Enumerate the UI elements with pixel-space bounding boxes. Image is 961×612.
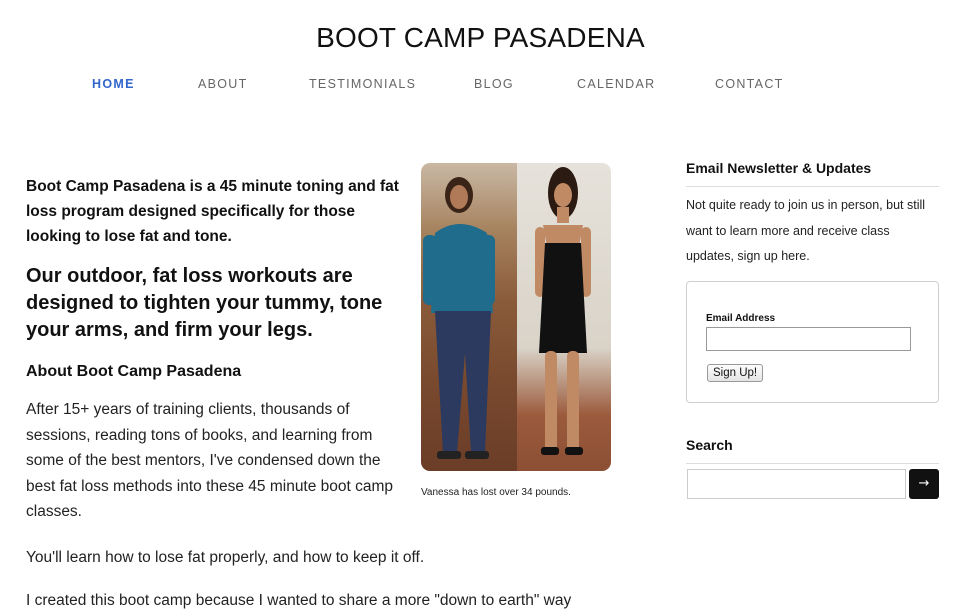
about-heading: About Boot Camp Pasadena <box>26 363 242 380</box>
lose-fat-paragraph: You'll learn how to lose fat properly, a… <box>26 549 425 566</box>
nav-contact[interactable]: CONTACT <box>715 77 784 91</box>
before-figure <box>423 177 495 459</box>
before-photo <box>421 163 517 471</box>
about-paragraph: After 15+ years of training clients, tho… <box>26 401 394 520</box>
nav-testimonials[interactable]: TESTIMONIALS <box>309 77 416 91</box>
arrow-right-icon: → <box>918 476 930 491</box>
nav-blog[interactable]: BLOG <box>474 77 514 91</box>
photo-caption: Vanessa has lost over 34 pounds. <box>421 487 571 498</box>
newsletter-form: Email Address Sign Up! <box>686 281 939 403</box>
headline: Our outdoor, fat loss workouts are desig… <box>26 265 383 341</box>
created-paragraph: I created this boot camp because I wante… <box>26 592 572 609</box>
email-field[interactable] <box>706 327 911 351</box>
search-submit-button[interactable]: → <box>909 469 939 499</box>
search-title: Search <box>686 437 939 464</box>
after-figure <box>535 167 591 455</box>
before-after-photo <box>421 163 611 471</box>
intro-text: Boot Camp Pasadena is a 45 minute toning… <box>26 178 399 245</box>
main-content: Boot Camp Pasadena is a 45 minute toning… <box>26 174 406 525</box>
nav-about[interactable]: ABOUT <box>198 77 248 91</box>
newsletter-text: Not quite ready to join us in person, bu… <box>686 198 926 263</box>
search-input[interactable] <box>687 469 906 499</box>
email-label: Email Address <box>706 313 776 324</box>
signup-button[interactable]: Sign Up! <box>707 364 764 382</box>
site-title[interactable]: BOOT CAMP PASADENA <box>0 22 961 54</box>
nav-calendar[interactable]: CALENDAR <box>577 77 655 91</box>
main-nav: HOME ABOUT TESTIMONIALS BLOG CALENDAR CO… <box>0 77 961 97</box>
nav-home[interactable]: HOME <box>92 77 135 91</box>
sidebar: Email Newsletter & Updates Not quite rea… <box>686 160 939 270</box>
after-photo <box>517 163 611 471</box>
newsletter-title: Email Newsletter & Updates <box>686 160 939 187</box>
